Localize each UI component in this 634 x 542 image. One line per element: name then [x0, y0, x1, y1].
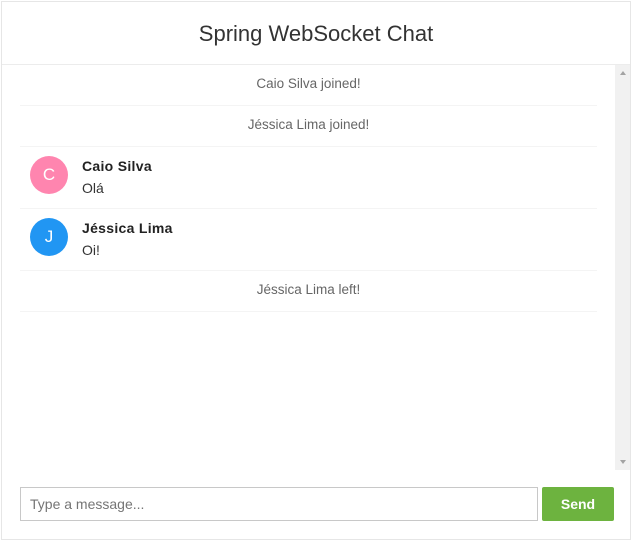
event-message: Jéssica Lima left!	[20, 271, 597, 312]
vertical-scrollbar[interactable]	[615, 65, 630, 470]
scroll-down-button[interactable]	[615, 454, 630, 470]
avatar: C	[30, 156, 68, 194]
chat-header: Spring WebSocket Chat	[2, 2, 630, 65]
message-area: Caio Silva joined! Jéssica Lima joined! …	[2, 65, 630, 470]
event-message: Caio Silva joined!	[20, 65, 597, 106]
message-sender: Jéssica Lima	[82, 220, 173, 236]
chevron-down-icon	[619, 460, 626, 464]
message-text: Oi!	[82, 242, 100, 258]
avatar: J	[30, 218, 68, 256]
send-button[interactable]: Send	[542, 487, 614, 521]
message-form: Send	[2, 470, 630, 538]
message-input[interactable]	[20, 487, 538, 521]
message-sender: Caio Silva	[82, 158, 152, 174]
message-list: Caio Silva joined! Jéssica Lima joined! …	[20, 65, 597, 312]
page-title: Spring WebSocket Chat	[198, 21, 434, 46]
event-message: Jéssica Lima joined!	[20, 106, 597, 147]
scroll-up-button[interactable]	[615, 65, 630, 81]
message-text: Olá	[82, 180, 104, 196]
chat-message: C Caio Silva Olá	[20, 147, 597, 209]
chevron-up-icon	[619, 71, 626, 75]
chat-container: Spring WebSocket Chat Caio Silva joined!…	[1, 1, 631, 540]
chat-message: J Jéssica Lima Oi!	[20, 209, 597, 271]
